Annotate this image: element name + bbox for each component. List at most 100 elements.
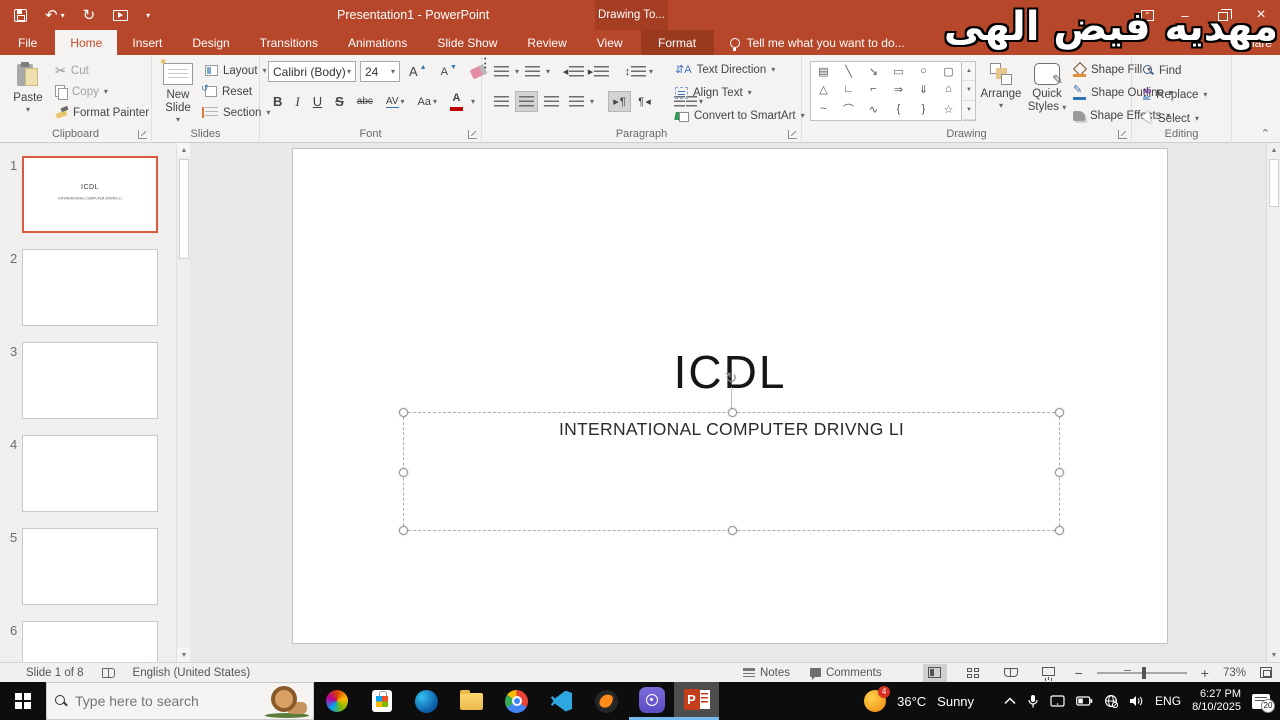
font-dialog-launcher[interactable] bbox=[468, 130, 477, 139]
paste-dropdown-icon[interactable]: ▾ bbox=[26, 105, 30, 114]
shape-rounded-rectangle-icon[interactable]: ▢ bbox=[943, 65, 953, 78]
tab-transitions[interactable]: Transitions bbox=[245, 30, 333, 55]
cut-button[interactable]: ✂ Cut bbox=[52, 60, 152, 81]
rotate-handle-icon[interactable]: ↻ bbox=[722, 370, 740, 388]
language-indicator[interactable]: English (United States) bbox=[133, 667, 251, 679]
change-case-button[interactable]: Aa ▾ bbox=[413, 91, 442, 112]
shape-right-arrow-icon[interactable]: ⇒ bbox=[894, 83, 903, 96]
fit-slide-to-window-icon[interactable] bbox=[1260, 667, 1272, 678]
shape-right-brace-icon[interactable]: } bbox=[922, 103, 926, 115]
shape-pentagon-icon[interactable]: ⌂ bbox=[945, 83, 952, 95]
bullets-dropdown-icon[interactable]: ▾ bbox=[515, 67, 519, 76]
numbering-button[interactable] bbox=[521, 61, 544, 82]
font-family-combo[interactable]: Calibri (Body) ▾ bbox=[268, 61, 356, 82]
ltr-direction-button[interactable]: ▸ ¶ bbox=[608, 91, 632, 112]
taskbar-edge-icon[interactable] bbox=[404, 682, 449, 720]
zoom-level[interactable]: 73% bbox=[1223, 667, 1246, 679]
start-button[interactable] bbox=[0, 682, 46, 720]
shape-left-brace-icon[interactable]: { bbox=[897, 103, 901, 115]
resize-handle-bottom-center[interactable] bbox=[727, 526, 737, 535]
slide-thumbnail-5[interactable] bbox=[22, 528, 158, 605]
spell-check-icon[interactable] bbox=[101, 667, 115, 678]
battery-icon[interactable] bbox=[1076, 696, 1093, 706]
shape-text-box-icon[interactable]: ▤ bbox=[818, 65, 828, 78]
align-left-button[interactable] bbox=[490, 91, 513, 112]
shape-down-arrow-icon[interactable]: ⇓ bbox=[919, 83, 928, 96]
copy-button[interactable]: Copy ▾ bbox=[52, 81, 152, 102]
undo-button[interactable]: ↶ ▾ bbox=[45, 8, 65, 23]
paragraph-dialog-launcher[interactable] bbox=[788, 130, 797, 139]
zoom-slider[interactable] bbox=[1096, 666, 1187, 679]
slide-thumbnail-4[interactable] bbox=[22, 435, 158, 512]
shapes-gallery[interactable]: ▤ ╲ ↘ ▭ ○ ▢ △ ∟ ⌐ ⇒ ⇓ ⌂ ~ ⌒ ∿ { } ☆ bbox=[810, 61, 962, 121]
notification-center-icon[interactable]: 20 bbox=[1252, 693, 1275, 713]
rtl-direction-button[interactable]: ¶ ◂ bbox=[633, 91, 656, 112]
tab-design[interactable]: Design bbox=[177, 30, 244, 55]
slide-indicator[interactable]: Slide 1 of 8 bbox=[26, 667, 84, 679]
lion-search-highlight-image[interactable] bbox=[265, 684, 309, 718]
shape-scribble-icon[interactable]: ~ bbox=[820, 103, 826, 115]
drawing-dialog-launcher[interactable] bbox=[1118, 130, 1127, 139]
taskbar-file-explorer-icon[interactable] bbox=[449, 682, 494, 720]
slide-sorter-view-button[interactable] bbox=[961, 664, 985, 682]
weather-condition[interactable]: Sunny bbox=[937, 694, 974, 709]
resize-handle-middle-left[interactable] bbox=[399, 467, 408, 477]
taskbar-chrome-icon[interactable] bbox=[494, 682, 539, 720]
arrange-button[interactable]: Arrange ▾ bbox=[978, 59, 1024, 125]
new-slide-dropdown-icon[interactable]: ▾ bbox=[176, 115, 180, 124]
shape-arc-icon[interactable]: ⌒ bbox=[843, 101, 854, 117]
network-globe-icon[interactable] bbox=[1104, 694, 1119, 708]
line-spacing-button[interactable]: ↕ bbox=[624, 61, 647, 82]
scrollbar-thumb[interactable] bbox=[179, 159, 189, 259]
align-right-button[interactable] bbox=[540, 91, 563, 112]
justify-button[interactable] bbox=[565, 91, 588, 112]
weather-sun-icon[interactable]: 4 bbox=[864, 686, 891, 712]
slide-thumbnail-2[interactable] bbox=[22, 249, 158, 326]
tab-review[interactable]: Review bbox=[512, 30, 581, 55]
resize-handle-bottom-left[interactable] bbox=[399, 526, 408, 535]
italic-button[interactable]: I bbox=[290, 91, 304, 112]
strikethrough-abc-button[interactable]: abc bbox=[352, 91, 378, 112]
clock[interactable]: 6:27 PM 8/10/2025 bbox=[1192, 688, 1241, 714]
shape-arrow-icon[interactable]: ↘ bbox=[869, 65, 878, 78]
new-slide-button[interactable]: New Slide ▾ bbox=[154, 57, 202, 125]
taskbar-copilot-icon[interactable] bbox=[314, 682, 359, 720]
quick-styles-button[interactable]: Quick Styles ▾ bbox=[1024, 59, 1070, 125]
taskbar-flstudio-icon[interactable] bbox=[584, 682, 629, 720]
slide-subtitle-text[interactable]: INTERNATIONAL COMPUTER DRIVNG LI bbox=[404, 419, 1059, 440]
slide-editing-surface[interactable]: ICDL ↻ INTERNATIONAL COMPUTER DRIVNG LI bbox=[292, 148, 1168, 644]
line-spacing-dropdown-icon[interactable]: ▾ bbox=[649, 67, 653, 76]
scroll-down-icon[interactable]: ▼ bbox=[1267, 648, 1280, 662]
taskbar-store-icon[interactable] bbox=[359, 682, 404, 720]
format-painter-button[interactable]: Format Painter bbox=[52, 102, 152, 123]
undo-dropdown-icon[interactable]: ▾ bbox=[61, 11, 65, 20]
weather-temperature[interactable]: 36°C bbox=[897, 694, 926, 709]
align-center-button[interactable] bbox=[515, 91, 538, 112]
arrange-dropdown-icon[interactable]: ▾ bbox=[999, 101, 1003, 110]
text-direction-button[interactable]: ⇵A Text Direction ▾ bbox=[672, 59, 808, 80]
normal-view-button[interactable] bbox=[922, 663, 947, 682]
notes-button[interactable]: Notes bbox=[740, 662, 793, 683]
resize-handle-top-right[interactable] bbox=[1055, 408, 1064, 417]
zoom-slider-thumb[interactable] bbox=[1141, 666, 1146, 679]
device-icon[interactable] bbox=[1050, 695, 1065, 707]
increase-indent-button[interactable]: ▸ bbox=[587, 61, 610, 82]
tab-format[interactable]: Format bbox=[640, 30, 714, 55]
replace-button[interactable]: ab ac Replace ▾ bbox=[1140, 84, 1210, 105]
scroll-down-icon[interactable]: ▼ bbox=[177, 648, 190, 662]
slide-show-button[interactable] bbox=[1037, 664, 1061, 682]
tab-animations[interactable]: Animations bbox=[333, 30, 422, 55]
language-indicator[interactable]: ENG bbox=[1155, 694, 1181, 708]
character-spacing-button[interactable]: AV ▾ bbox=[381, 91, 410, 112]
shape-elbow-arrow-icon[interactable]: ⌐ bbox=[870, 83, 876, 95]
resize-handle-middle-right[interactable] bbox=[1055, 467, 1064, 477]
tab-insert[interactable]: Insert bbox=[117, 30, 177, 55]
align-text-button[interactable]: Align Text ▾ bbox=[672, 82, 808, 103]
resize-handle-top-center[interactable] bbox=[727, 408, 737, 417]
customize-qat-icon[interactable]: ▾ bbox=[146, 11, 150, 20]
increase-font-size-button[interactable]: A ▲ bbox=[404, 61, 432, 82]
font-color-dropdown-icon[interactable]: ▾ bbox=[471, 97, 475, 106]
shape-rectangle-icon[interactable]: ▭ bbox=[893, 65, 903, 78]
slide-thumbnail-3[interactable] bbox=[22, 342, 158, 419]
subtitle-text-box[interactable]: INTERNATIONAL COMPUTER DRIVNG LI bbox=[399, 408, 1064, 535]
